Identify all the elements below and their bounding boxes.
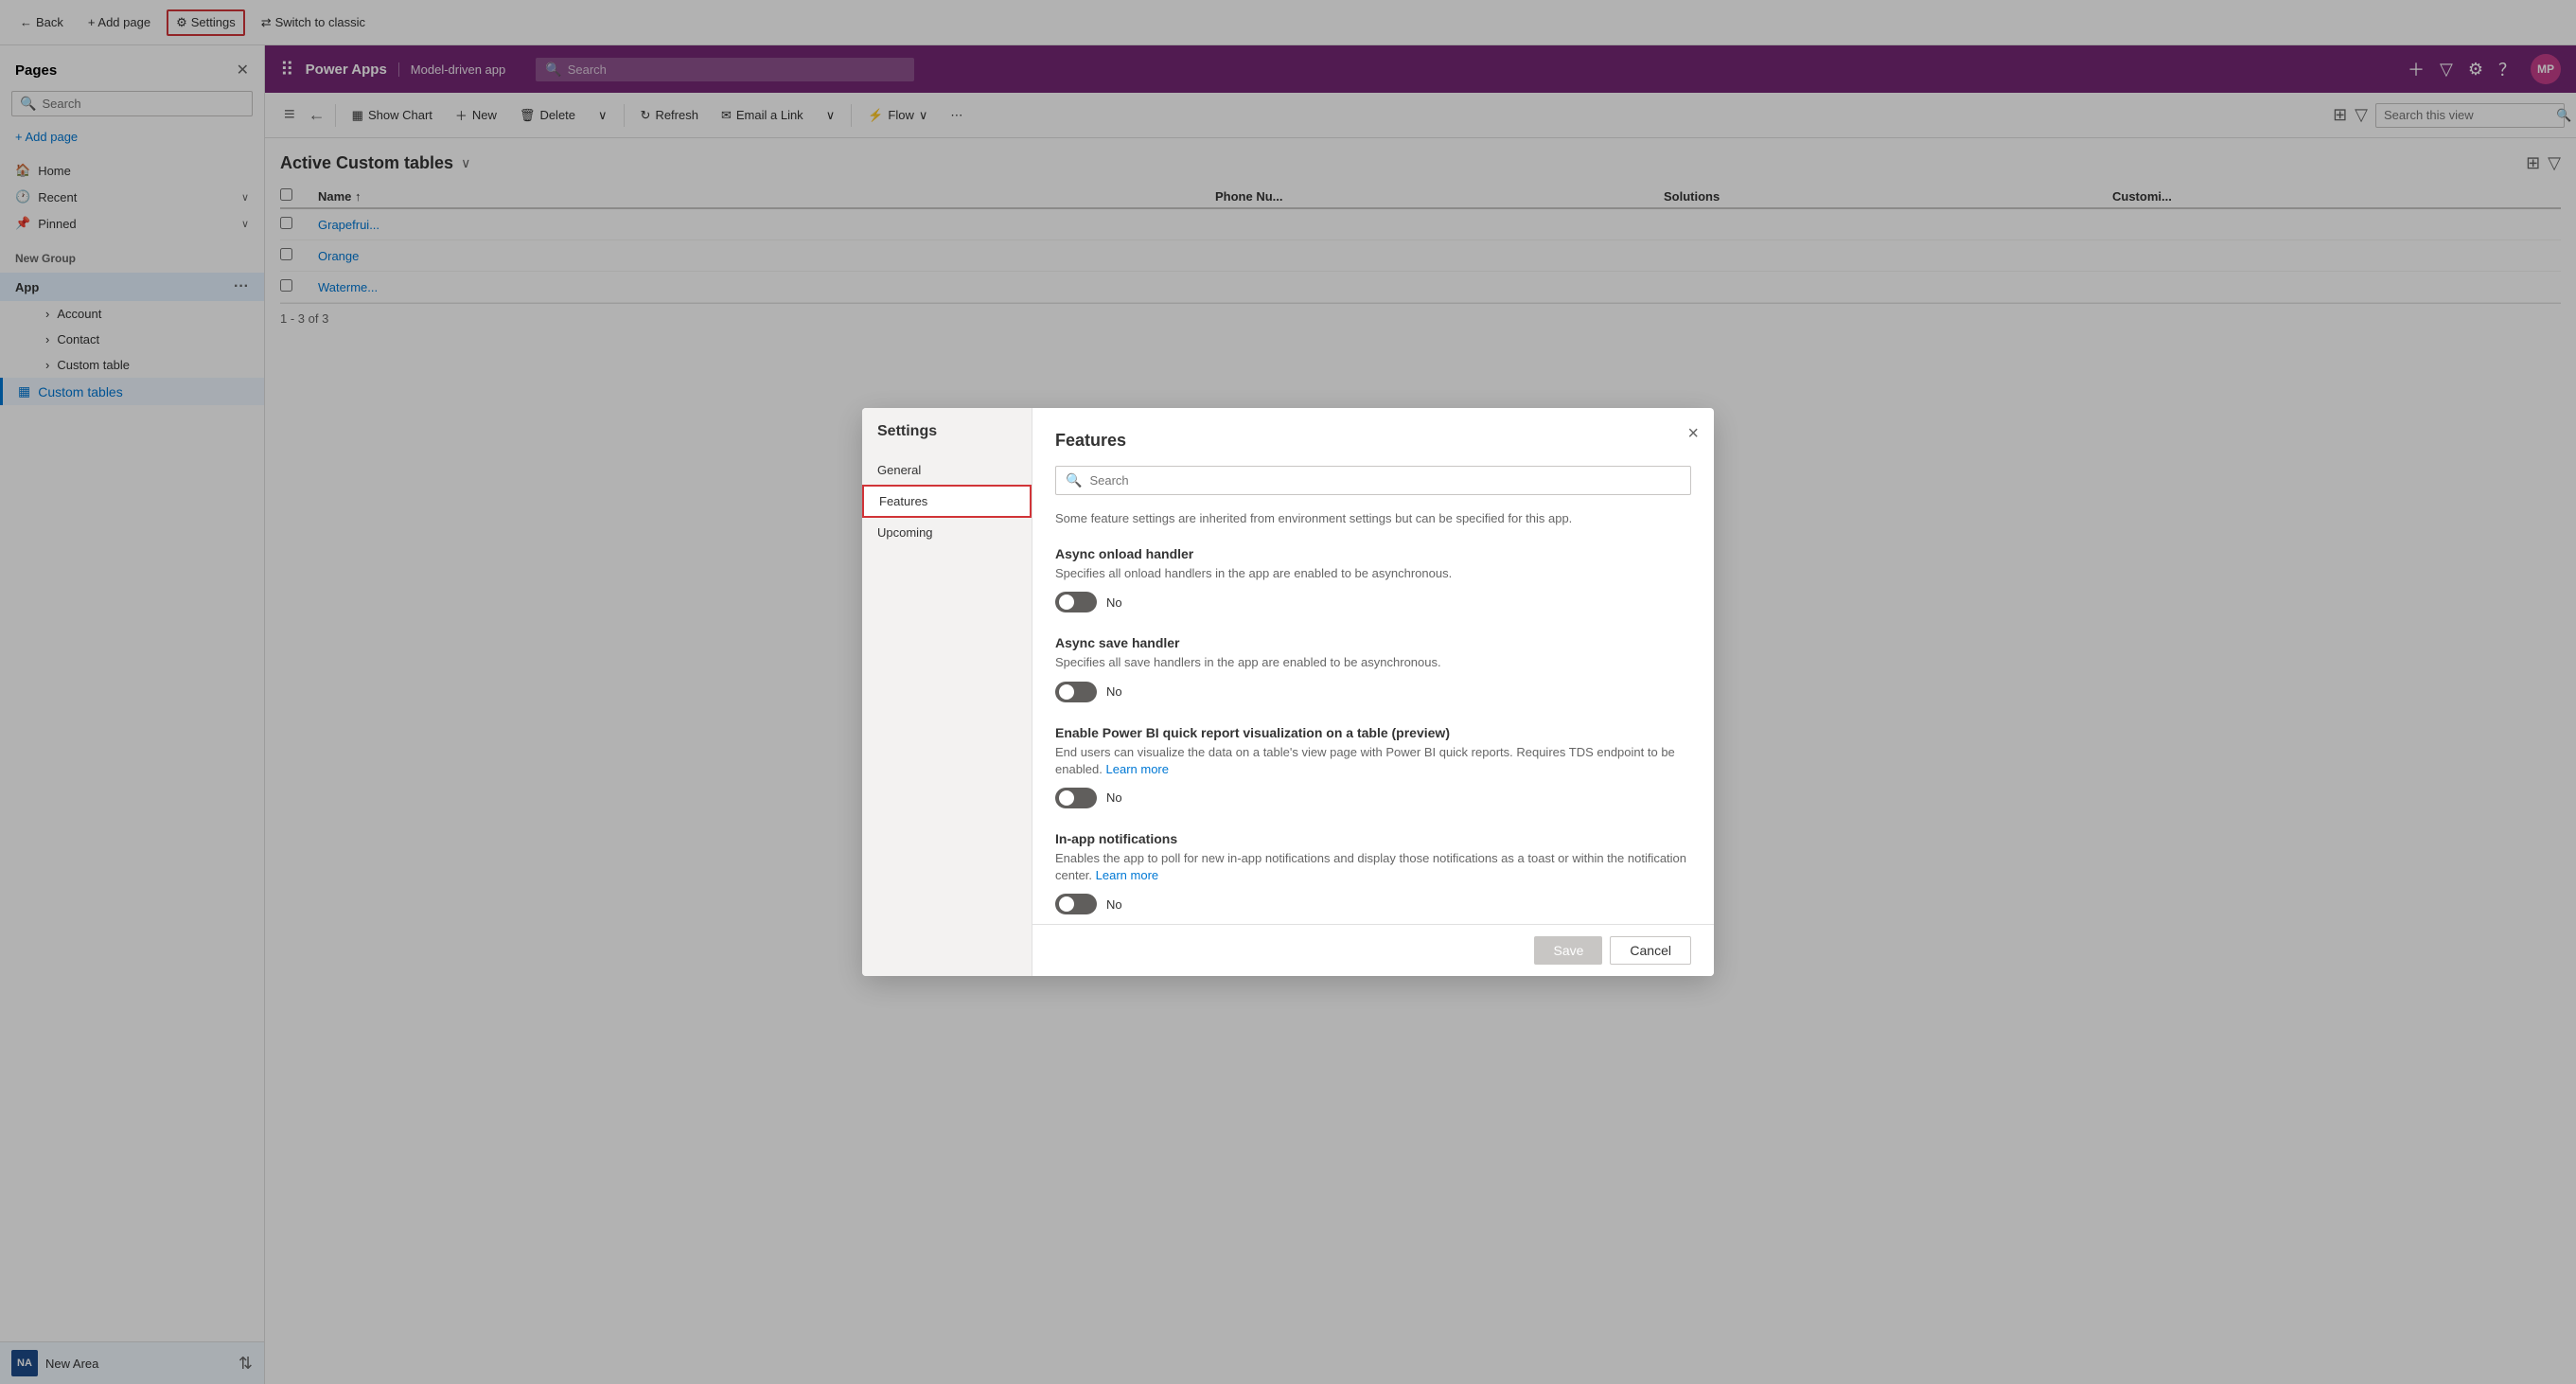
feature-async-onload-toggle-row: No (1055, 592, 1691, 612)
dialog-nav: Settings General Features Upcoming (862, 408, 1032, 976)
save-button[interactable]: Save (1534, 936, 1602, 965)
cancel-button[interactable]: Cancel (1610, 936, 1691, 965)
power-bi-toggle-label: No (1106, 790, 1122, 805)
toggle-knob-3 (1059, 790, 1074, 806)
async-save-toggle[interactable] (1055, 682, 1097, 702)
feature-power-bi-title: Enable Power BI quick report visualizati… (1055, 725, 1691, 740)
dialog-search-box[interactable]: 🔍 (1055, 466, 1691, 495)
feature-notifications-desc: Enables the app to poll for new in-app n… (1055, 850, 1691, 884)
async-onload-toggle-label: No (1106, 595, 1122, 610)
notifications-learn-more-link[interactable]: Learn more (1096, 868, 1158, 882)
async-onload-toggle[interactable] (1055, 592, 1097, 612)
feature-power-bi-toggle-row: No (1055, 788, 1691, 808)
feature-async-onload-title: Async onload handler (1055, 546, 1691, 561)
feature-async-save-title: Async save handler (1055, 635, 1691, 650)
dialog-features-title: Features (1055, 431, 1691, 451)
feature-async-onload: Async onload handler Specifies all onloa… (1055, 546, 1691, 612)
notifications-toggle[interactable] (1055, 894, 1097, 914)
feature-in-app-notifications: In-app notifications Enables the app to … (1055, 831, 1691, 914)
dialog-overlay[interactable]: Settings General Features Upcoming Featu… (0, 0, 2576, 1384)
dialog-content-wrapper: Features 🔍 Some feature settings are inh… (1032, 408, 1714, 976)
dialog-footer: Save Cancel (1032, 924, 1714, 976)
dialog-search-input[interactable] (1089, 473, 1681, 488)
dialog-close-button[interactable]: × (1687, 423, 1699, 445)
toggle-knob-2 (1059, 684, 1074, 700)
feature-notifications-title: In-app notifications (1055, 831, 1691, 846)
dialog-nav-features[interactable]: Features (862, 485, 1032, 518)
feature-async-save-desc: Specifies all save handlers in the app a… (1055, 654, 1691, 671)
dialog-search-icon: 🔍 (1066, 472, 1082, 488)
async-save-toggle-label: No (1106, 684, 1122, 699)
feature-async-save-toggle-row: No (1055, 682, 1691, 702)
power-bi-learn-more-link[interactable]: Learn more (1106, 762, 1169, 776)
power-bi-toggle[interactable] (1055, 788, 1097, 808)
feature-power-bi: Enable Power BI quick report visualizati… (1055, 725, 1691, 808)
dialog-nav-general[interactable]: General (862, 455, 1032, 485)
feature-notifications-toggle-row: No (1055, 894, 1691, 914)
feature-power-bi-desc: End users can visualize the data on a ta… (1055, 744, 1691, 778)
settings-dialog: Settings General Features Upcoming Featu… (862, 408, 1714, 976)
dialog-nav-title: Settings (862, 423, 1032, 455)
feature-async-save: Async save handler Specifies all save ha… (1055, 635, 1691, 701)
dialog-nav-upcoming[interactable]: Upcoming (862, 518, 1032, 547)
dialog-subtitle: Some feature settings are inherited from… (1055, 510, 1691, 527)
toggle-knob (1059, 594, 1074, 610)
notifications-toggle-label: No (1106, 897, 1122, 912)
feature-async-onload-desc: Specifies all onload handlers in the app… (1055, 565, 1691, 582)
dialog-content: Features 🔍 Some feature settings are inh… (1032, 408, 1714, 924)
toggle-knob-4 (1059, 896, 1074, 912)
